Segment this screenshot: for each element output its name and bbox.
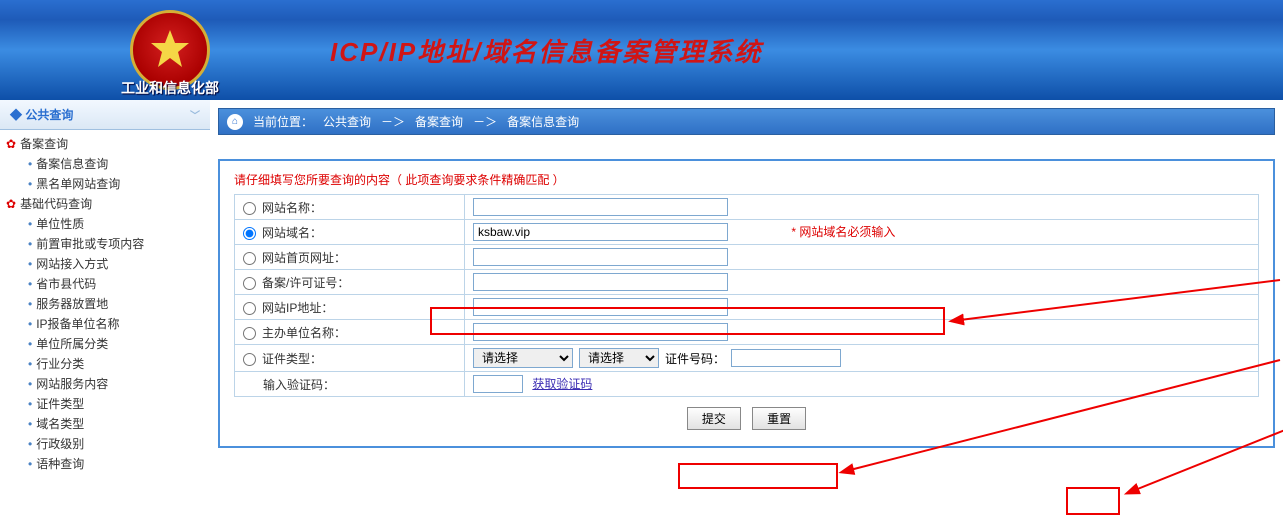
sidebar-tree: ✿备案查询 备案信息查询 黑名单网站查询 ✿基础代码查询 单位性质 前置审批或专… xyxy=(0,130,210,474)
chevron-down-icon: ﹀ xyxy=(190,107,200,122)
sidebar-item[interactable]: 行业分类 xyxy=(36,357,84,371)
annotation-box-submit xyxy=(1066,487,1120,515)
sidebar-item[interactable]: IP报备单位名称 xyxy=(36,317,119,331)
reset-button[interactable]: 重置 xyxy=(752,407,806,430)
breadcrumb-path2: 备案查询 xyxy=(415,113,463,130)
radio-site-name[interactable] xyxy=(243,202,256,215)
radio-cert-type[interactable] xyxy=(243,353,256,366)
sidebar-item[interactable]: 省市县代码 xyxy=(36,277,96,291)
input-homepage[interactable] xyxy=(473,248,728,266)
sidebar-item-filing-info[interactable]: 备案信息查询 xyxy=(36,157,108,171)
form-table: 网站名称： 网站域名： * 网站域名必须输入 网站首页网址： 备案/许可证号： xyxy=(234,194,1259,397)
sidebar-header[interactable]: ◆ 公共查询 ﹀ xyxy=(0,100,210,130)
sidebar: ◆ 公共查询 ﹀ ✿备案查询 备案信息查询 黑名单网站查询 ✿基础代码查询 单位… xyxy=(0,100,210,474)
breadcrumb-prefix: 当前位置： xyxy=(253,113,313,130)
form-note: 请仔细填写您所要查询的内容（ 此项查询要求条件精确匹配 ） xyxy=(234,171,1259,188)
site-title: ICP/IP地址/域名信息备案管理系统 xyxy=(330,32,762,69)
input-site-name[interactable] xyxy=(473,198,728,216)
sidebar-item-blacklist[interactable]: 黑名单网站查询 xyxy=(36,177,120,191)
sidebar-item[interactable]: 行政级别 xyxy=(36,437,84,451)
sidebar-item[interactable]: 域名类型 xyxy=(36,417,84,431)
input-sponsor[interactable] xyxy=(473,323,728,341)
domain-required-note: * 网站域名必须输入 xyxy=(791,225,895,239)
sidebar-item[interactable]: 单位性质 xyxy=(36,217,84,231)
sidebar-item[interactable]: 证件类型 xyxy=(36,397,84,411)
sidebar-item[interactable]: 前置审批或专项内容 xyxy=(36,237,144,251)
radio-sponsor[interactable] xyxy=(243,327,256,340)
sidebar-title: 公共查询 xyxy=(25,108,73,122)
radio-domain[interactable] xyxy=(243,227,256,240)
breadcrumb-path1: 公共查询 xyxy=(323,113,371,130)
radio-ip[interactable] xyxy=(243,302,256,315)
sidebar-item[interactable]: 服务器放置地 xyxy=(36,297,108,311)
ministry-label: 工业和信息化部 xyxy=(100,78,240,98)
cert-no-label: 证件号码： xyxy=(665,350,725,367)
home-icon: ⌂ xyxy=(227,114,243,130)
sidebar-item[interactable]: 单位所属分类 xyxy=(36,337,108,351)
submit-button[interactable]: 提交 xyxy=(687,407,741,430)
input-license[interactable] xyxy=(473,273,728,291)
input-domain[interactable] xyxy=(473,223,728,241)
annotation-box-captcha xyxy=(678,463,838,489)
input-ip[interactable] xyxy=(473,298,728,316)
radio-homepage[interactable] xyxy=(243,252,256,265)
select-cert-type-1[interactable]: 请选择 xyxy=(473,348,573,368)
breadcrumb: ⌂ 当前位置： 公共查询 －＞ 备案查询 －＞ 备案信息查询 xyxy=(218,108,1275,135)
select-cert-type-2[interactable]: 请选择 xyxy=(579,348,659,368)
breadcrumb-sep: －＞ xyxy=(473,113,497,130)
sidebar-item[interactable]: 语种查询 xyxy=(36,457,84,471)
breadcrumb-sep: －＞ xyxy=(381,113,405,130)
sidebar-group-filing[interactable]: ✿备案查询 xyxy=(6,134,210,154)
input-cert-no[interactable] xyxy=(731,349,841,367)
main-content: ⌂ 当前位置： 公共查询 －＞ 备案查询 －＞ 备案信息查询 请仔细填写您所要查… xyxy=(210,100,1283,474)
sidebar-item[interactable]: 网站服务内容 xyxy=(36,377,108,391)
sidebar-item[interactable]: 网站接入方式 xyxy=(36,257,108,271)
captcha-link[interactable]: 获取验证码 xyxy=(532,377,592,391)
query-form: 请仔细填写您所要查询的内容（ 此项查询要求条件精确匹配 ） 网站名称： 网站域名… xyxy=(218,159,1275,448)
breadcrumb-path3: 备案信息查询 xyxy=(507,113,579,130)
top-header: 工业和信息化部 ICP/IP地址/域名信息备案管理系统 xyxy=(0,0,1283,100)
input-captcha[interactable] xyxy=(473,375,523,393)
radio-license[interactable] xyxy=(243,277,256,290)
sidebar-group-codes[interactable]: ✿基础代码查询 xyxy=(6,194,210,214)
